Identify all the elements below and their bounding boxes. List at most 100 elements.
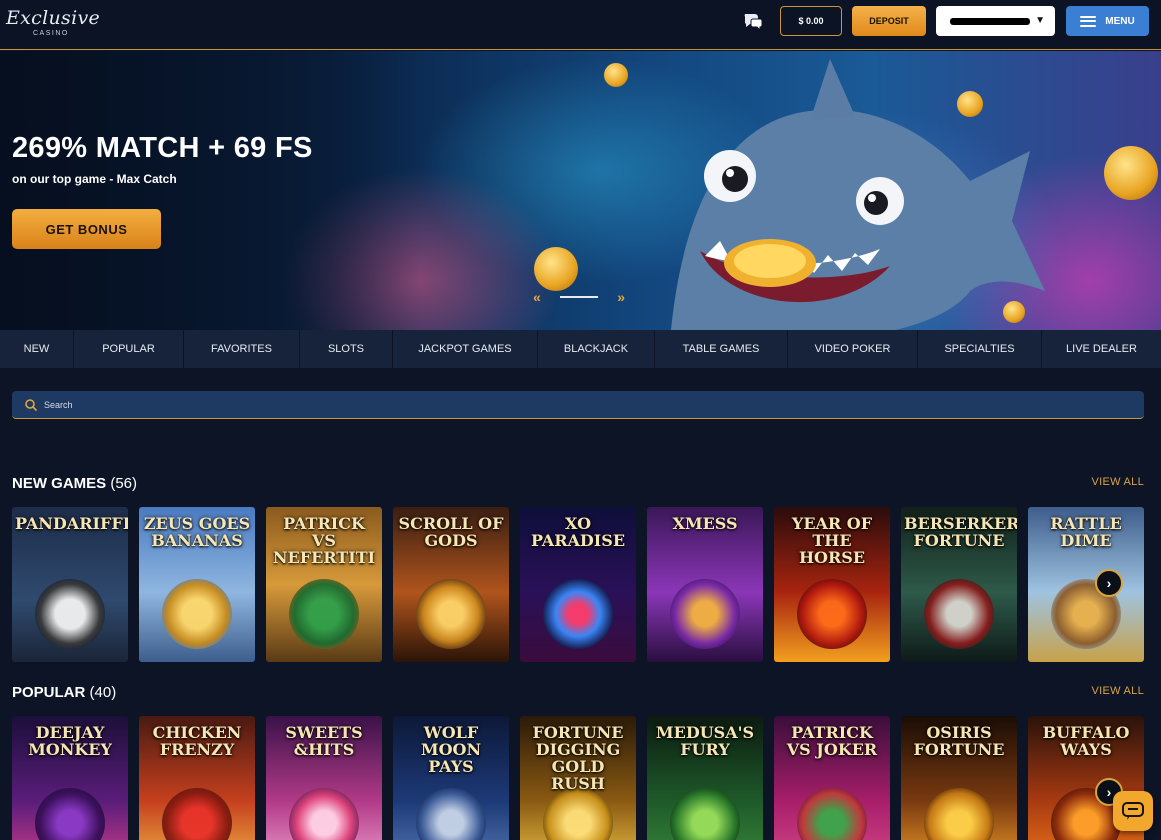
coin-decoration <box>957 91 983 117</box>
chevron-down-icon: ▼ <box>1035 15 1045 26</box>
tab-live-dealer[interactable]: LIVE DEALER <box>1042 330 1161 368</box>
game-tile[interactable]: PANDARIFFIC <box>12 507 128 662</box>
promo-banner: 269% MATCH + 69 FS on our top game - Max… <box>0 51 1161 330</box>
game-art <box>416 788 486 840</box>
game-title: OSIRIS FORTUNE <box>913 723 1005 759</box>
game-title: RATTLE DIME <box>1050 514 1122 550</box>
new-games-row: PANDARIFFIC ZEUS GOES BANANAS PATRICK VS… <box>12 507 1161 662</box>
casino-logo[interactable]: Exclusive CASINO <box>6 7 100 41</box>
game-tile[interactable]: YEAR OF THE HORSE <box>774 507 890 662</box>
get-bonus-button[interactable]: GET BONUS <box>12 209 161 249</box>
new-games-title: NEW GAMES <box>12 475 107 492</box>
game-art <box>797 788 867 840</box>
game-tile[interactable]: OSIRIS FORTUNE <box>901 716 1017 840</box>
game-art <box>670 788 740 840</box>
chat-icon[interactable] <box>742 10 764 32</box>
game-tile[interactable]: SCROLL OF GODS <box>393 507 509 662</box>
logo-subtitle: CASINO <box>33 30 69 37</box>
tab-favorites[interactable]: FAVORITES <box>184 330 300 368</box>
tab-new[interactable]: NEW <box>0 330 74 368</box>
tab-video-poker[interactable]: VIDEO POKER <box>788 330 918 368</box>
game-tile[interactable]: WOLF MOON PAYS <box>393 716 509 840</box>
game-tile[interactable]: FORTUNE DIGGING GOLD RUSH <box>520 716 636 840</box>
tab-specialties[interactable]: SPECIALTIES <box>918 330 1042 368</box>
game-tile[interactable]: PATRICK VS JOKER <box>774 716 890 840</box>
tab-jackpot-games[interactable]: JACKPOT GAMES <box>393 330 538 368</box>
live-chat-button[interactable] <box>1113 791 1153 831</box>
game-title: PANDARIFFIC <box>15 514 128 533</box>
shark-illustration <box>671 59 1045 330</box>
game-art <box>35 579 105 649</box>
popular-title: POPULAR <box>12 684 86 701</box>
game-title: XO PARADISE <box>530 514 626 550</box>
game-art <box>543 788 613 840</box>
next-slide-icon[interactable]: » <box>617 289 625 305</box>
tab-table-games[interactable]: TABLE GAMES <box>655 330 788 368</box>
game-tile[interactable]: PATRICK VS NEFERTITI <box>266 507 382 662</box>
game-art <box>289 788 359 840</box>
slide-indicator[interactable] <box>560 296 598 298</box>
game-tile[interactable]: MEDUSA'S FURY <box>647 716 763 840</box>
game-title: MEDUSA'S FURY <box>655 723 755 759</box>
category-tabs: NEW POPULAR FAVORITES SLOTS JACKPOT GAME… <box>0 330 1161 368</box>
popular-row: DEEJAY MONKEY CHICKEN FRENZY SWEETS &HIT… <box>12 716 1161 840</box>
coin-decoration <box>1003 301 1025 323</box>
game-tile[interactable]: CHICKEN FRENZY <box>139 716 255 840</box>
new-games-next-button[interactable]: › <box>1095 569 1123 597</box>
game-title: SCROLL OF GODS <box>398 514 504 550</box>
chat-bubble-icon <box>1122 802 1144 820</box>
deposit-button[interactable]: DEPOSIT <box>852 6 926 36</box>
game-art <box>162 579 232 649</box>
banner-title: 269% MATCH + 69 FS <box>12 132 313 164</box>
game-title: PATRICK VS JOKER <box>786 723 878 759</box>
game-art <box>162 788 232 840</box>
prev-slide-icon[interactable]: « <box>533 289 541 305</box>
menu-button[interactable]: MENU <box>1066 6 1149 36</box>
game-art <box>35 788 105 840</box>
popular-view-all-link[interactable]: VIEW ALL <box>1091 685 1144 697</box>
game-title: YEAR OF THE HORSE <box>791 514 873 567</box>
coin-decoration <box>604 63 628 87</box>
game-title: XMESS <box>672 514 738 533</box>
game-art <box>289 579 359 649</box>
game-tile[interactable]: BERSERKERS FORTUNE <box>901 507 1017 662</box>
game-title: ZEUS GOES BANANAS <box>143 514 251 550</box>
game-tile[interactable]: XO PARADISE <box>520 507 636 662</box>
balance-display[interactable]: $ 0.00 <box>780 6 842 36</box>
account-dropdown[interactable]: ▼ <box>936 6 1055 36</box>
game-title: PATRICK VS NEFERTITI <box>272 514 376 567</box>
game-tile[interactable]: RATTLE DIME <box>1028 507 1144 662</box>
new-games-count: (56) <box>110 475 138 492</box>
menu-button-label: MENU <box>1105 15 1135 27</box>
banner-shade <box>0 51 420 330</box>
top-header: Exclusive CASINO $ 0.00 DEPOSIT ▼ MENU <box>0 0 1161 50</box>
game-tile[interactable]: DEEJAY MONKEY <box>12 716 128 840</box>
search-icon <box>25 398 38 411</box>
search-input[interactable]: Search <box>12 391 1144 419</box>
game-art <box>924 788 994 840</box>
hamburger-icon <box>1080 15 1097 27</box>
game-tile[interactable]: SWEETS &HITS <box>266 716 382 840</box>
game-title: SWEETS &HITS <box>285 723 363 759</box>
tab-slots[interactable]: SLOTS <box>300 330 393 368</box>
game-title: CHICKEN FRENZY <box>152 723 242 759</box>
search-placeholder: Search <box>44 399 73 410</box>
tab-popular[interactable]: POPULAR <box>74 330 184 368</box>
game-art <box>670 579 740 649</box>
game-title: FORTUNE DIGGING GOLD RUSH <box>532 723 624 793</box>
popular-count: (40) <box>89 684 117 701</box>
new-games-view-all-link[interactable]: VIEW ALL <box>1091 476 1144 488</box>
game-title: WOLF MOON PAYS <box>420 723 482 776</box>
game-title: DEEJAY MONKEY <box>28 723 112 759</box>
new-games-heading: NEW GAMES (56) <box>12 475 137 492</box>
coin-decoration <box>534 247 578 291</box>
banner-slider-controls: « » <box>533 289 625 305</box>
game-title: BERSERKERS FORTUNE <box>904 514 1017 550</box>
redacted-username <box>950 18 1030 25</box>
popular-heading: POPULAR (40) <box>12 684 116 701</box>
tab-blackjack[interactable]: BLACKJACK <box>538 330 655 368</box>
game-tile[interactable]: XMESS <box>647 507 763 662</box>
game-art <box>924 579 994 649</box>
game-tile[interactable]: ZEUS GOES BANANAS <box>139 507 255 662</box>
game-art <box>797 579 867 649</box>
